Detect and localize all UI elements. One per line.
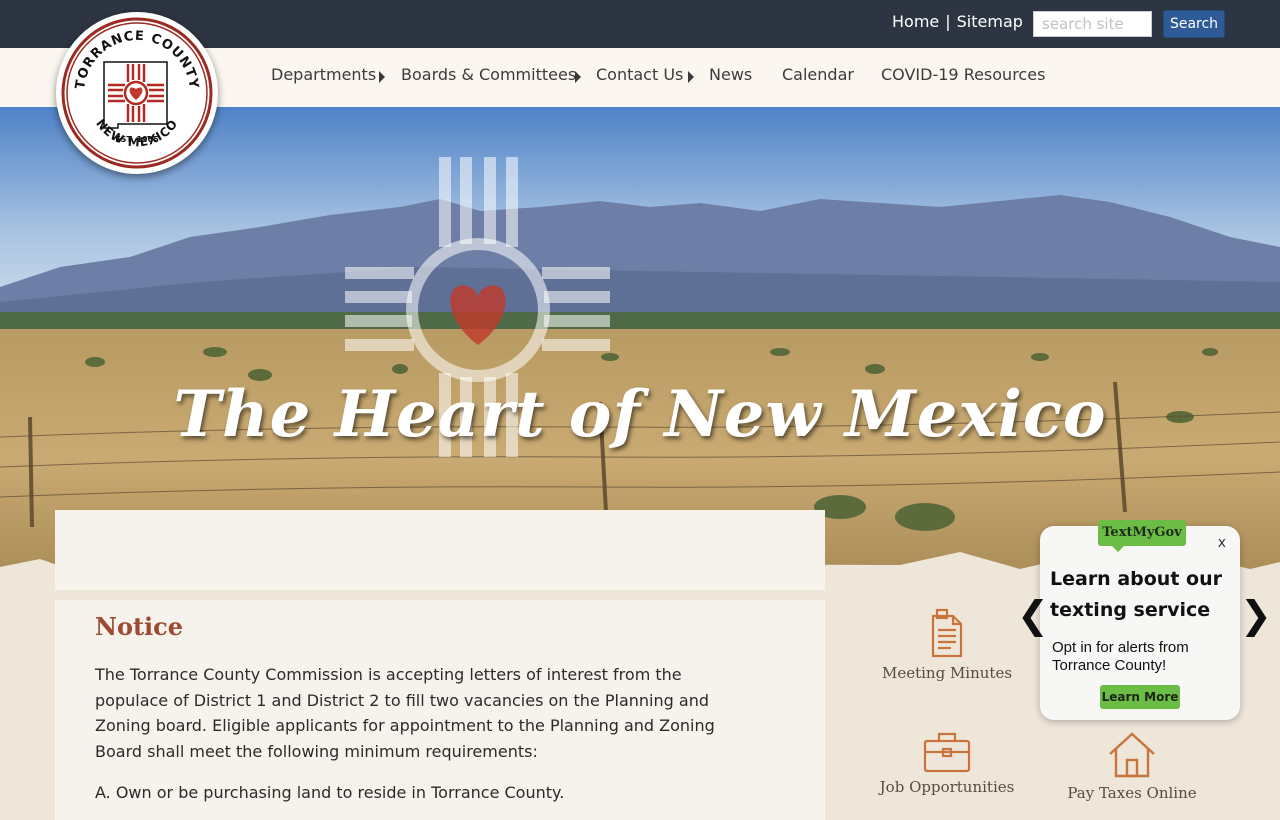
home-link[interactable]: Home bbox=[892, 12, 939, 31]
sitemap-link[interactable]: Sitemap bbox=[957, 12, 1023, 31]
hero-title: The Heart of New Mexico bbox=[173, 377, 1107, 452]
search-button[interactable]: Search bbox=[1163, 10, 1225, 38]
house-icon bbox=[1109, 732, 1155, 778]
textmygov-body: Opt in for alerts from Torrance County! bbox=[1052, 639, 1189, 674]
textmygov-close-button[interactable]: x bbox=[1218, 535, 1226, 551]
nav-contact-caret-icon[interactable] bbox=[688, 71, 694, 83]
quick-link-pay-taxes-online[interactable]: Pay Taxes Online bbox=[1063, 730, 1201, 802]
nav-calendar[interactable]: Calendar bbox=[782, 65, 854, 84]
svg-text:EST. 1905: EST. 1905 bbox=[115, 135, 159, 144]
briefcase-icon bbox=[923, 732, 971, 773]
notice-title: Notice bbox=[95, 612, 184, 641]
county-seal-graphic: TORRANCE COUNTY NEW MEXICO EST. 1905 bbox=[61, 17, 213, 169]
meeting-minutes-label: Meeting Minutes bbox=[881, 664, 1013, 682]
notice-requirement-a: A. Own or be purchasing land to reside i… bbox=[95, 783, 565, 802]
quick-link-job-opportunities[interactable]: Job Opportunities bbox=[878, 730, 1016, 796]
nav-contact-us[interactable]: Contact Us bbox=[596, 65, 683, 84]
search-input[interactable] bbox=[1033, 11, 1152, 37]
utility-separator: | bbox=[945, 12, 951, 31]
nav-news[interactable]: News bbox=[709, 65, 752, 84]
notice-card: Notice The Torrance County Commission is… bbox=[55, 600, 825, 820]
county-seal-logo[interactable]: TORRANCE COUNTY NEW MEXICO EST. 1905 bbox=[56, 12, 218, 174]
nav-covid-resources[interactable]: COVID-19 Resources bbox=[881, 65, 1045, 84]
job-opportunities-label: Job Opportunities bbox=[879, 778, 1015, 796]
nav-departments-caret-icon[interactable] bbox=[379, 71, 385, 83]
carousel-next-arrow-icon[interactable]: ❯ bbox=[1240, 596, 1272, 634]
notice-body: The Torrance County Commission is accept… bbox=[95, 665, 715, 761]
textmygov-badge: TextMyGov bbox=[1098, 520, 1186, 552]
pay-taxes-online-label: Pay Taxes Online bbox=[1067, 784, 1197, 802]
document-icon bbox=[931, 608, 963, 658]
quick-link-meeting-minutes[interactable]: Meeting Minutes bbox=[878, 608, 1016, 682]
nav-boards-caret-icon[interactable] bbox=[575, 71, 581, 83]
textmygov-learn-more-button[interactable]: Learn More bbox=[1100, 685, 1180, 709]
textmygov-heading: Learn about our texting service bbox=[1050, 568, 1222, 621]
utility-links: Home | Sitemap bbox=[892, 12, 1023, 31]
nav-departments[interactable]: Departments bbox=[271, 65, 376, 84]
nav-boards-committees[interactable]: Boards & Committees bbox=[401, 65, 576, 84]
carousel-prev-arrow-icon[interactable]: ❮ bbox=[1017, 596, 1049, 634]
textmygov-popup: TextMyGov x Learn about our texting serv… bbox=[1040, 520, 1240, 720]
featured-content-card bbox=[55, 510, 825, 590]
